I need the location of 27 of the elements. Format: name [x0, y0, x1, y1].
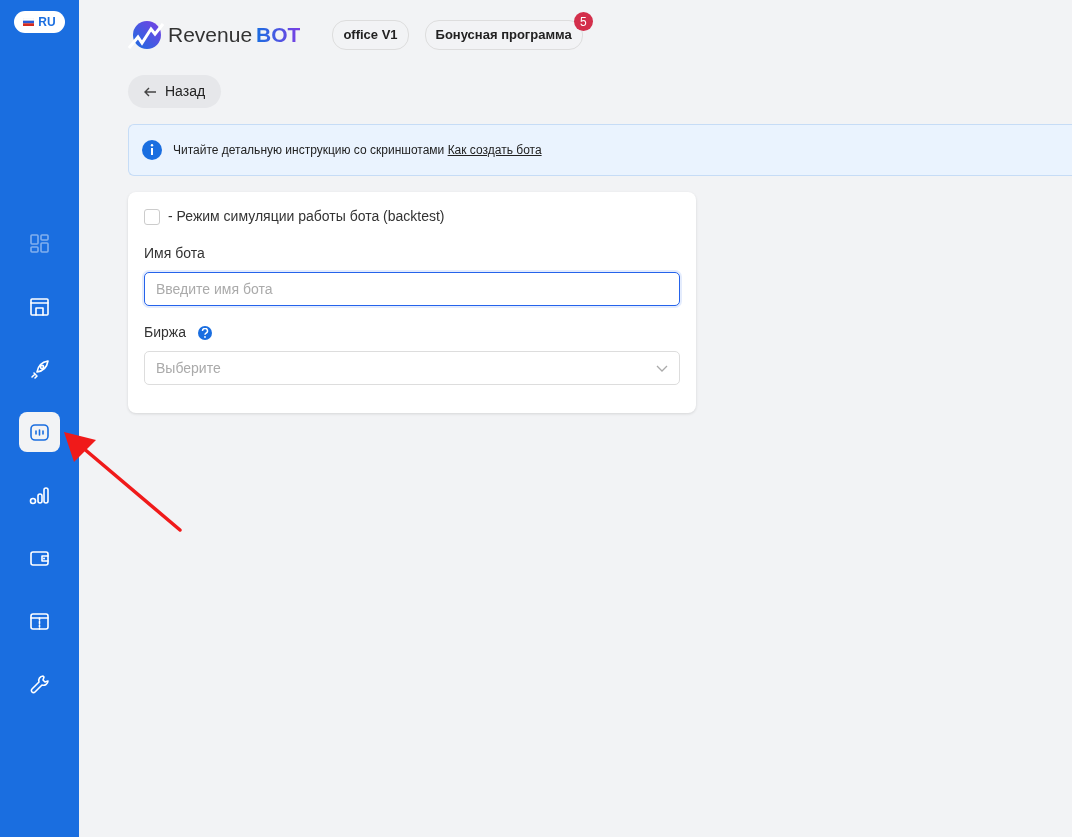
checkbox-label: - Режим симуляции работы бота (backtest) — [168, 207, 445, 226]
sidebar-item[interactable] — [19, 412, 60, 452]
field-label: Биржа — [144, 323, 186, 342]
header-pill-button[interactable]: office V1 — [332, 20, 409, 50]
info-text: Читайте детальную инструкцию со скриншотами — [173, 143, 446, 157]
field-label: Имя бота — [144, 244, 206, 263]
info-icon — [142, 140, 162, 160]
guide-link[interactable]: Как создать бота — [447, 143, 542, 157]
logo-icon — [128, 19, 164, 51]
dashboard-icon — [29, 232, 50, 254]
wrench-icon — [29, 673, 50, 695]
language-button[interactable]: RU — [14, 11, 65, 33]
help-icon — [197, 325, 212, 340]
storefront-icon — [29, 295, 50, 317]
back-button[interactable]: Назад — [128, 75, 222, 108]
notification-badge: 5 — [573, 12, 593, 32]
chevron-down-icon — [656, 364, 668, 372]
name-input-field[interactable]: Введите имя бота — [144, 272, 680, 306]
flag-icon — [23, 18, 35, 26]
box-icon — [29, 610, 50, 632]
logo-text: Revenue — [168, 22, 253, 49]
bar-chart-icon — [29, 484, 50, 506]
rocket-icon — [29, 358, 50, 380]
checkbox[interactable] — [144, 208, 160, 225]
arrow-left-icon — [144, 86, 157, 97]
bot-icon — [29, 421, 50, 443]
select-placeholder: Выберите — [156, 358, 221, 378]
